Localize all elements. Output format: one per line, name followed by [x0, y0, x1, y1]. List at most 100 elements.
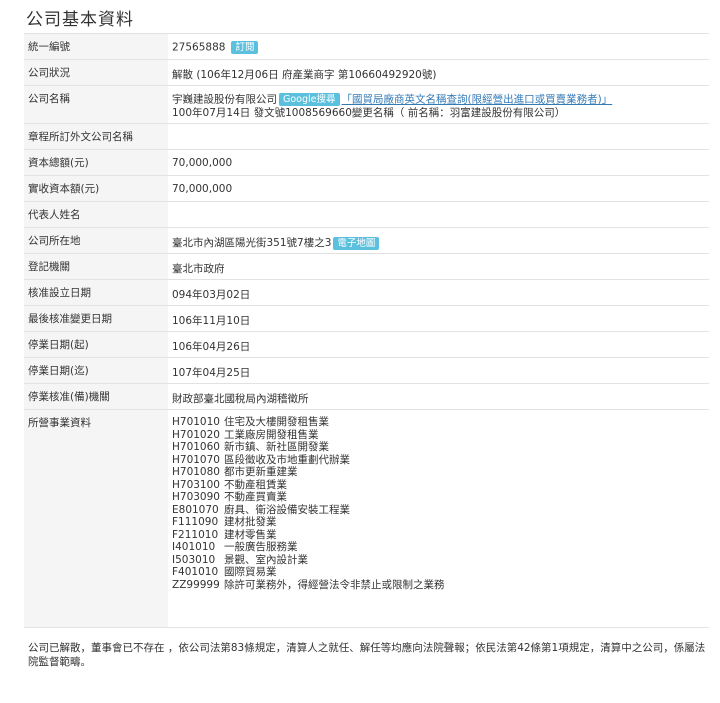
- label-address: 公司所在地: [24, 227, 168, 254]
- row-last-change: 最後核准變更日期 106年11月10日: [24, 305, 709, 332]
- business-code: F211010: [172, 528, 219, 541]
- label-business: 所營事業資料: [24, 409, 168, 628]
- business-code: H701080: [172, 466, 220, 478]
- value-capital: 70,000,000: [168, 149, 709, 176]
- row-foreign-name: 章程所訂外文公司名稱: [24, 123, 709, 150]
- value-paid-capital: 70,000,000: [168, 175, 709, 202]
- business-desc: 除許可業務外，得經營法令非禁止或限制之業務: [224, 578, 445, 591]
- label-suspend-agency: 停業核准(備)機關: [24, 383, 168, 410]
- row-suspend-end: 停業日期(迄) 107年04月25日: [24, 357, 709, 384]
- value-company-name: 宇巍建設股份有限公司 Google搜尋 「國貿局廠商英文名稱查詢(限經營出進口或買賣…: [168, 85, 709, 124]
- business-desc: 建材批發業: [224, 516, 277, 528]
- value-registrar: 臺北市政府: [168, 253, 709, 280]
- row-business: 所營事業資料 H701010 住宅及大樓開發租售業 H701020 工業廠房開發租售業…: [24, 409, 709, 628]
- google-search-button[interactable]: Google搜尋: [279, 93, 340, 106]
- business-desc: 不動產買賣業: [224, 491, 287, 503]
- business-code: I503010: [172, 553, 216, 566]
- business-code: I401010: [172, 541, 216, 553]
- business-item: F401010 國際貿易業: [172, 566, 709, 579]
- label-suspend-start: 停業日期(起): [24, 331, 168, 358]
- company-name-value: 宇巍建設股份有限公司: [172, 93, 277, 106]
- row-address: 公司所在地 臺北市內湖區陽光街351號7樓之3 電子地圖: [24, 227, 709, 254]
- name-change-note: 100年07月14日 發文號1008569660變更名稱（ 前名稱：羽富建設股份…: [172, 106, 566, 119]
- label-registrar: 登記機關: [24, 253, 168, 280]
- business-code: H703090: [172, 491, 220, 503]
- value-suspend-end: 107年04月25日: [168, 357, 709, 384]
- business-code: H701060: [172, 441, 220, 453]
- value-suspend-start: 106年04月26日: [168, 331, 709, 358]
- row-registrar: 登記機關 臺北市政府: [24, 253, 709, 280]
- business-item: F211010 建材零售業: [172, 529, 709, 542]
- label-approval-date: 核准設立日期: [24, 279, 168, 306]
- business-item: H701080 都市更新重建業: [172, 466, 709, 479]
- business-item: H701010 住宅及大樓開發租售業: [172, 416, 709, 429]
- row-capital: 資本總額(元) 70,000,000: [24, 149, 709, 176]
- trade-bureau-link[interactable]: 「國貿局廠商英文名稱查詢(限經營出進口或買賣業務者)」: [342, 94, 613, 106]
- company-info-table: 統一編號 27565888 訂閱 公司狀況 解散 (106年12月06日 府產業商…: [24, 33, 709, 628]
- business-desc: 不動產租賃業: [224, 478, 287, 491]
- map-button[interactable]: 電子地圖: [333, 236, 380, 250]
- row-company-name: 公司名稱 宇巍建設股份有限公司 Google搜尋 「國貿局廠商英文名稱查詢(限經營出…: [24, 85, 709, 124]
- business-item: I503010 景觀、室內設計業: [172, 554, 709, 567]
- subscribe-button[interactable]: 訂閱: [231, 41, 259, 54]
- business-code: E801070: [172, 503, 219, 516]
- label-tax-id: 統一編號: [24, 33, 168, 60]
- label-representative: 代表人姓名: [24, 201, 168, 228]
- business-item: H701070 區段徵收及市地重劃代辦業: [172, 454, 709, 467]
- dissolution-notice: 公司已解散，董事會已不存在 ，依公司法第83條規定，清算人之就任、解任等均應向法…: [28, 642, 706, 668]
- business-code: H701020: [172, 428, 220, 441]
- address-value: 臺北市內湖區陽光街351號7樓之3: [172, 237, 332, 249]
- business-desc: 都市更新重建業: [224, 466, 298, 478]
- business-desc: 廚具、衛浴設備安裝工程業: [224, 503, 350, 516]
- label-status: 公司狀況: [24, 59, 168, 86]
- business-desc: 一般廣告服務業: [224, 541, 298, 553]
- business-item: H701020 工業廠房開發租售業: [172, 429, 709, 442]
- business-desc: 建材零售業: [224, 528, 277, 541]
- value-foreign-name: [168, 123, 709, 150]
- business-item: ZZ99999 除許可業務外，得經營法令非禁止或限制之業務: [172, 579, 709, 592]
- value-last-change: 106年11月10日: [168, 305, 709, 332]
- business-code: H701010: [172, 416, 220, 428]
- value-business: H701010 住宅及大樓開發租售業 H701020 工業廠房開發租售業 H701060…: [168, 409, 709, 628]
- label-suspend-end: 停業日期(迄): [24, 357, 168, 384]
- business-desc: 區段徵收及市地重劃代辦業: [224, 453, 350, 466]
- page-title: 公司基本資料: [26, 10, 134, 30]
- row-approval-date: 核准設立日期 094年03月02日: [24, 279, 709, 306]
- business-code: H701070: [172, 453, 220, 466]
- label-last-change: 最後核准變更日期: [24, 305, 168, 332]
- business-code: F111090: [172, 516, 219, 528]
- business-desc: 工業廠房開發租售業: [224, 428, 319, 441]
- row-suspend-start: 停業日期(起) 106年04月26日: [24, 331, 709, 358]
- label-capital: 資本總額(元): [24, 149, 168, 176]
- business-desc: 景觀、室內設計業: [224, 553, 308, 566]
- row-suspend-agency: 停業核准(備)機關 財政部臺北國稅局內湖稽徵所: [24, 383, 709, 410]
- business-item: F111090 建材批發業: [172, 516, 709, 529]
- value-tax-id: 27565888 訂閱: [168, 33, 709, 60]
- value-address: 臺北市內湖區陽光街351號7樓之3 電子地圖: [168, 227, 709, 254]
- business-desc: 新市鎮、新社區開發業: [224, 441, 329, 453]
- label-paid-capital: 實收資本額(元): [24, 175, 168, 202]
- business-item: I401010 一般廣告服務業: [172, 541, 709, 554]
- label-foreign-name: 章程所訂外文公司名稱: [24, 123, 168, 150]
- value-status: 解散 (106年12月06日 府產業商字 第10660492920號): [168, 59, 709, 86]
- label-company-name: 公司名稱: [24, 85, 168, 124]
- row-status: 公司狀況 解散 (106年12月06日 府產業商字 第10660492920號): [24, 59, 709, 86]
- business-item: H701060 新市鎮、新社區開發業: [172, 441, 709, 454]
- value-representative: [168, 201, 709, 228]
- business-code: H703100: [172, 478, 220, 491]
- row-representative: 代表人姓名: [24, 201, 709, 228]
- tax-id-value: 27565888: [172, 41, 226, 54]
- company-info-page: 公司基本資料 統一編號 27565888 訂閱 公司狀況 解散 (106年12月0…: [0, 0, 720, 703]
- value-approval-date: 094年03月02日: [168, 279, 709, 306]
- business-item: E801070 廚具、衛浴設備安裝工程業: [172, 504, 709, 517]
- business-list: H701010 住宅及大樓開發租售業 H701020 工業廠房開發租售業 H701060…: [172, 416, 709, 591]
- business-item: H703100 不動產租賃業: [172, 479, 709, 492]
- business-desc: 住宅及大樓開發租售業: [224, 416, 329, 428]
- business-code: F401010: [172, 566, 219, 578]
- business-desc: 國際貿易業: [224, 566, 277, 578]
- row-tax-id: 統一編號 27565888 訂閱: [24, 33, 709, 60]
- value-suspend-agency: 財政部臺北國稅局內湖稽徵所: [168, 383, 709, 410]
- row-paid-capital: 實收資本額(元) 70,000,000: [24, 175, 709, 202]
- business-code: ZZ99999: [172, 578, 220, 591]
- business-item: H703090 不動產買賣業: [172, 491, 709, 504]
